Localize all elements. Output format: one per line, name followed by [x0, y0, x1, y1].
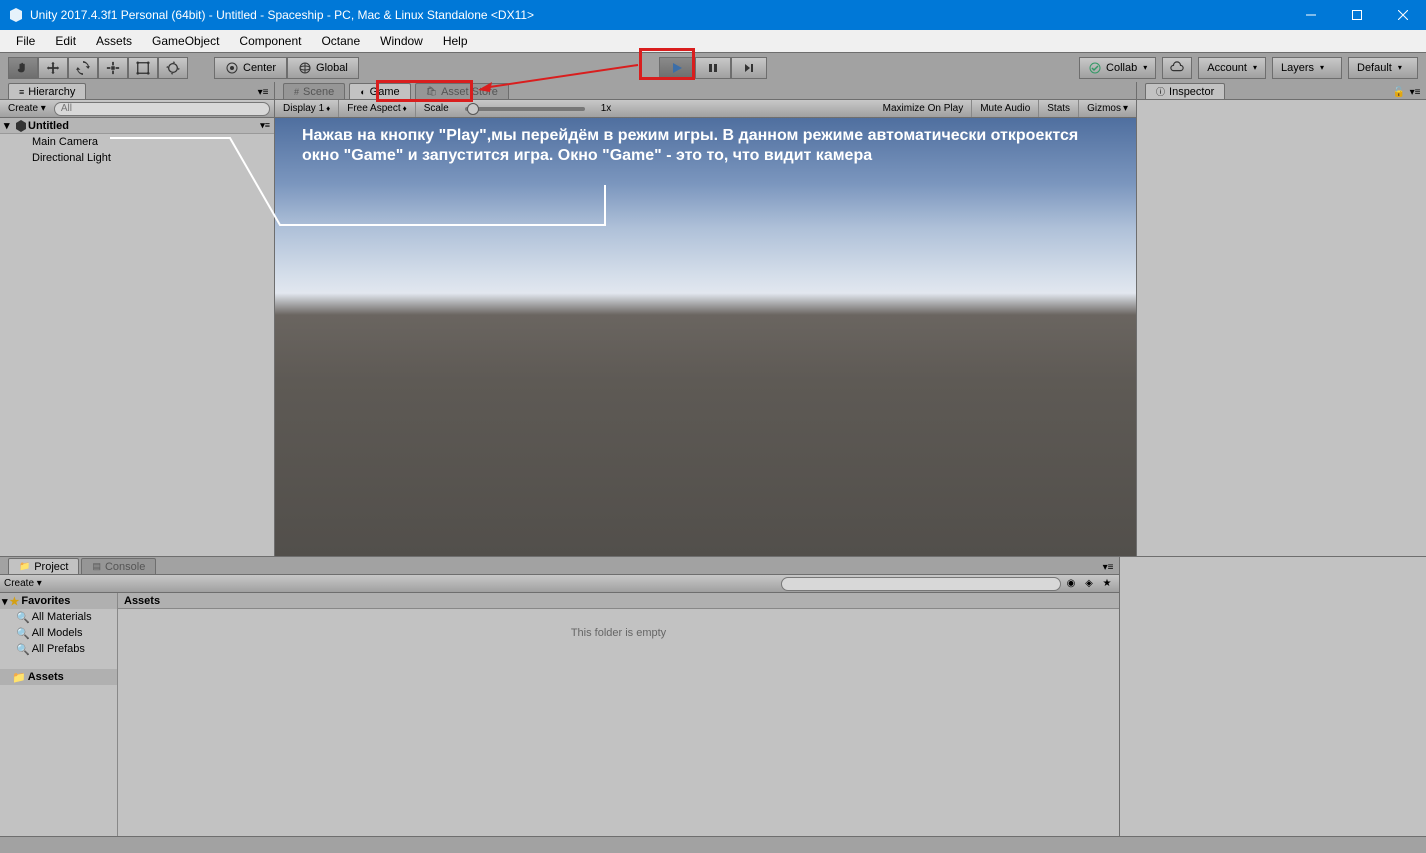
panel-menu-icon[interactable]: ▾≡ [1408, 85, 1422, 99]
panel-menu-icon[interactable]: ▾≡ [1101, 560, 1115, 574]
hierarchy-create[interactable]: Create ▾ [4, 103, 50, 114]
search-icon: 🔍 [16, 627, 30, 640]
folder-icon: 📁 [12, 671, 26, 684]
hierarchy-item-light[interactable]: Directional Light [0, 150, 274, 166]
move-tool[interactable] [38, 57, 68, 79]
step-button[interactable] [731, 57, 767, 79]
pause-button[interactable] [695, 57, 731, 79]
scene-row[interactable]: ▾ Untitled ▾≡ [0, 118, 274, 134]
menu-file[interactable]: File [8, 32, 43, 50]
assets-section[interactable]: 📁Assets [0, 669, 117, 685]
lock-icon[interactable]: 🔓 [1392, 85, 1406, 99]
menu-component[interactable]: Component [231, 32, 309, 50]
status-bar [0, 836, 1426, 853]
menu-gameobject[interactable]: GameObject [144, 32, 227, 50]
mute-toggle[interactable]: Mute Audio [972, 100, 1039, 117]
tab-assetstore[interactable]: 🛍Asset Store [415, 83, 509, 99]
fav-materials[interactable]: 🔍All Materials [0, 609, 117, 625]
menu-window[interactable]: Window [372, 32, 431, 50]
fav-models[interactable]: 🔍All Models [0, 625, 117, 641]
tab-console[interactable]: ▤Console [81, 558, 156, 574]
cart-icon: 🛍 [426, 86, 437, 97]
project-search[interactable] [781, 577, 1061, 591]
hierarchy-search[interactable] [54, 102, 270, 116]
transform-tool[interactable] [158, 57, 188, 79]
project-create[interactable]: Create ▾ [4, 578, 42, 589]
tab-scene[interactable]: #Scene [283, 83, 345, 99]
scale-tool[interactable] [98, 57, 128, 79]
favorites-section[interactable]: ▾★Favorites [0, 593, 117, 609]
close-button[interactable] [1380, 0, 1426, 30]
hierarchy-item-camera[interactable]: Main Camera [0, 134, 274, 150]
inspector-panel: ⓘInspector 🔓▾≡ [1136, 82, 1426, 556]
minimize-button[interactable] [1288, 0, 1334, 30]
unity-icon [8, 7, 24, 23]
hierarchy-tab[interactable]: ≡Hierarchy [8, 83, 86, 99]
display-dropdown[interactable]: Display 1 ♦ [275, 100, 339, 117]
scene-menu-icon[interactable]: ▾≡ [260, 120, 270, 131]
menu-octane[interactable]: Octane [313, 32, 368, 50]
filter-icon[interactable]: ◉ [1063, 576, 1079, 592]
maximize-toggle[interactable]: Maximize On Play [875, 100, 973, 117]
folder-icon: 📁 [19, 561, 30, 572]
titlebar: Unity 2017.4.3f1 Personal (64bit) - Unti… [0, 0, 1426, 30]
cloud-button[interactable] [1162, 57, 1192, 79]
hierarchy-panel: ≡Hierarchy ▾≡ Create ▾ ▾ Untitled ▾≡ Mai… [0, 82, 275, 556]
star-icon[interactable]: ★ [1099, 576, 1115, 592]
layers-dropdown[interactable]: Layers [1272, 57, 1342, 79]
layout-dropdown[interactable]: Default [1348, 57, 1418, 79]
window-title: Unity 2017.4.3f1 Personal (64bit) - Unti… [30, 8, 1288, 22]
stats-toggle[interactable]: Stats [1039, 100, 1079, 117]
star-icon: ★ [10, 595, 20, 608]
account-dropdown[interactable]: Account [1198, 57, 1266, 79]
tab-project[interactable]: 📁Project [8, 558, 79, 574]
project-breadcrumb[interactable]: Assets [118, 593, 1119, 609]
search-icon: 🔍 [16, 611, 30, 624]
scale-label: Scale [416, 100, 457, 117]
fav-prefabs[interactable]: 🔍All Prefabs [0, 641, 117, 657]
toolbar: Center Global Collab Account Layers Defa… [0, 52, 1426, 82]
project-panel: 📁Project ▤Console ▾≡ Create ▾ ◉ ◈ ★ ▾★Fa… [0, 557, 1120, 853]
inspector-tab[interactable]: ⓘInspector [1145, 83, 1225, 99]
info-icon: ⓘ [1156, 85, 1165, 98]
maximize-button[interactable] [1334, 0, 1380, 30]
scale-value: 1x [593, 100, 620, 117]
play-button[interactable] [659, 57, 695, 79]
collab-dropdown[interactable]: Collab [1079, 57, 1156, 79]
hand-tool[interactable] [8, 57, 38, 79]
tab-game[interactable]: ◐Game [349, 83, 410, 99]
project-empty-label: This folder is empty [118, 609, 1119, 837]
console-icon: ▤ [92, 561, 101, 572]
menubar: File Edit Assets GameObject Component Oc… [0, 30, 1426, 52]
rect-tool[interactable] [128, 57, 158, 79]
aspect-dropdown[interactable]: Free Aspect ♦ [339, 100, 415, 117]
space-toggle[interactable]: Global [287, 57, 359, 79]
pivot-toggle[interactable]: Center [214, 57, 287, 79]
game-view [275, 118, 1136, 556]
menu-help[interactable]: Help [435, 32, 476, 50]
game-panel: #Scene ◐Game 🛍Asset Store ▾≡ Display 1 ♦… [275, 82, 1136, 556]
gizmos-dropdown[interactable]: Gizmos ▾ [1079, 100, 1136, 117]
menu-edit[interactable]: Edit [47, 32, 84, 50]
search-icon: 🔍 [16, 643, 30, 656]
pacman-icon: ◐ [360, 87, 365, 97]
panel-menu-icon[interactable]: ▾≡ [256, 85, 270, 99]
scale-slider[interactable] [457, 100, 593, 117]
rotate-tool[interactable] [68, 57, 98, 79]
unity-scene-icon [14, 119, 28, 133]
filter-type-icon[interactable]: ◈ [1081, 576, 1097, 592]
menu-assets[interactable]: Assets [88, 32, 140, 50]
